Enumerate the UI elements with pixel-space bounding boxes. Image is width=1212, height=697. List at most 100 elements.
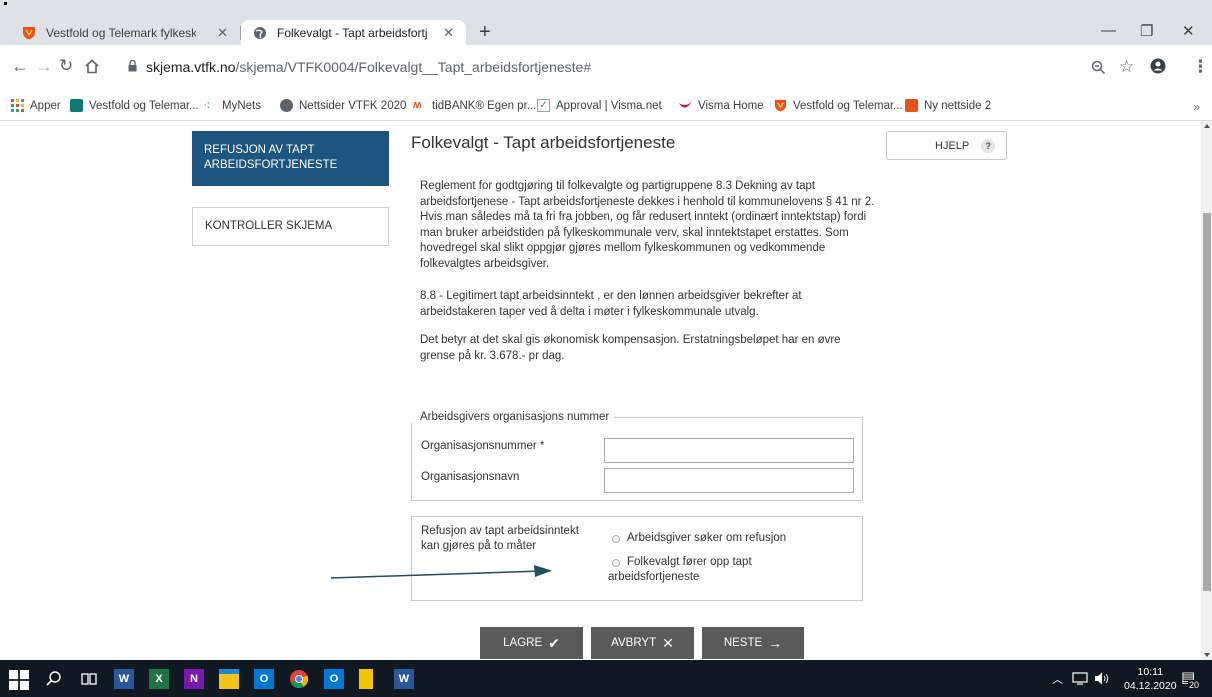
save-label: LAGRE [503,637,543,649]
tab-vestfold[interactable]: Vestfold og Telemark fylkeskomm ✕ [8,20,240,45]
step-refusjon[interactable]: REFUSJON AV TAPT ARBEIDSFORTJENESTE [192,131,389,186]
close-tab-icon[interactable]: ✕ [443,25,454,41]
bookmark-nettsider[interactable]: Nettsider VTFK 2020 [280,99,406,112]
network-icon[interactable] [1072,672,1088,685]
bookmark-mynets[interactable]: ⁖ MyNets [203,99,261,112]
bookmark-label: Nettsider VTFK 2020 [299,99,407,112]
profile-icon[interactable] [1150,58,1166,74]
lock-icon[interactable] [128,60,137,72]
globe-icon [254,26,266,39]
restore-icon[interactable]: ❐ [1140,22,1153,40]
help-label: HJELP [935,139,970,152]
chrome-icon[interactable] [289,669,309,689]
rule-paragraph: 8.8 - Legitimert tapt arbeidsinntekt , e… [420,290,802,318]
outlook-icon[interactable]: O [254,669,274,689]
dot-mark [4,2,7,5]
outlook-mail-icon[interactable]: O [324,669,344,689]
url-domain: skjema.vtfk.no [146,59,236,75]
bookmark-label: Approval | Visma.net [556,99,662,112]
clock-date: 04.12.2020 [1124,680,1177,692]
cancel-button[interactable]: AVBRYT ✕ [591,627,694,659]
onenote-icon[interactable]: N [184,669,204,689]
checkmark-icon: ✔ [548,634,560,651]
task-view-icon[interactable] [79,669,99,689]
windows-taskbar: W X N O O W ︿ 10:11 04.12.2020 ▤ 20 [0,660,1212,697]
url-path: /skjema/VTFK0004/Folkevalgt__Tapt_arbeid… [235,59,592,75]
menu-icon[interactable]: ⋮ [1192,57,1209,77]
zoom-icon[interactable] [1091,60,1106,75]
excel-icon[interactable]: X [149,669,169,689]
org-name-input[interactable] [604,468,854,493]
clock-time: 10:11 [1137,666,1164,678]
intro-paragraph: Reglement for godtgjøring til folkevalgt… [420,180,875,270]
bookmark-sharepoint[interactable]: Vestfold og Telemar... [70,99,199,112]
bookmark-label: Apper [30,99,61,112]
vtfk-shield-icon [23,26,35,39]
vtfk-icon [905,99,918,112]
mynets-icon: ⁖ [203,98,211,113]
reload-icon[interactable]: ↻ [59,57,73,75]
org-number-input[interactable] [604,438,854,463]
volume-icon[interactable] [1094,671,1110,686]
bookmark-ny-nettside[interactable]: Ny nettside 2 [905,99,991,112]
more-bookmarks-icon[interactable]: » [1193,100,1200,114]
next-button[interactable]: NESTE → [702,627,804,659]
chevron-up-icon[interactable]: ︿ [1052,671,1063,687]
org-number-label: Organisasjonsnummer * [421,440,545,452]
system-clock[interactable]: 10:11 04.12.2020 [1124,665,1177,693]
home-icon[interactable] [84,59,100,74]
save-button[interactable]: LAGRE ✔ [480,627,583,659]
back-icon[interactable]: ← [11,57,29,75]
checkmark-icon: ✓ [537,99,550,112]
politician-refund-label[interactable]: Folkevalgt fører opp tapt arbeidsfortjen… [608,555,798,585]
bookmark-visma[interactable]: Visma Home [679,99,764,112]
new-tab-icon[interactable]: + [479,22,491,42]
scroll-up-icon[interactable] [1204,124,1210,128]
star-icon[interactable]: ☆ [1119,57,1134,77]
forward-icon[interactable]: → [35,57,53,75]
address-bar[interactable]: skjema.vtfk.no/skjema/VTFK0004/Folkevalg… [146,59,591,75]
question-icon: ? [981,138,996,153]
arrow-right-icon: → [768,635,783,651]
bookmark-label: Visma Home [698,99,764,112]
bookmark-label: Ny nettside 2 [924,99,992,112]
tab-strip: Vestfold og Telemark fylkeskomm ✕ Folkev… [0,0,1212,45]
bookmark-label: tidBANK® Egen pr... [432,99,537,112]
tab-title: Vestfold og Telemark fylkeskomm [46,25,196,40]
scroll-down-icon[interactable] [1204,653,1210,657]
tidbank-icon: ʍ [413,99,422,111]
minimize-icon[interactable]: — [1101,22,1116,39]
bookmark-approval[interactable]: ✓ Approval | Visma.net [537,99,662,112]
vtfk-shield-icon [774,99,787,112]
visma-icon [679,101,692,108]
bookmark-apps[interactable]: Apper [11,99,61,112]
bookmark-vestfold-2[interactable]: Vestfold og Telemar... [774,99,903,112]
employer-refund-label[interactable]: Arbeidsgiver søker om refusjon [627,531,786,546]
globe-icon [280,99,293,112]
bookmark-tidbank[interactable]: ʍ tidBANK® Egen pr... [413,99,536,112]
next-label: NESTE [723,637,763,649]
apps-grid-icon [11,99,24,112]
bookmark-label: Vestfold og Telemar... [793,99,903,112]
close-tab-icon[interactable]: ✕ [217,25,228,41]
employer-refund-radio[interactable] [612,535,620,543]
close-window-icon[interactable]: ✕ [1182,22,1195,40]
windows-start-icon[interactable] [9,670,29,690]
refund-question: Refusjon av tapt arbeidsinntekt kan gjør… [421,525,579,552]
help-button[interactable]: HJELP ? [886,131,1007,160]
file-explorer-icon[interactable] [219,669,239,689]
tab-folkevalgt[interactable]: Folkevalgt - Tapt arbeidsfortjenes ✕ [241,20,466,45]
scroll-thumb[interactable] [1203,213,1211,591]
employer-legend: Arbeidsgivers organisasjons nummer [410,411,615,423]
page-title: Folkevalgt - Tapt arbeidsfortjeneste [411,133,676,152]
bookmarks-bar: Apper Vestfold og Telemar... ⁖ MyNets Ne… [0,95,1212,121]
word-icon[interactable]: W [114,669,134,689]
tab-title: Folkevalgt - Tapt arbeidsfortjenes [277,25,427,40]
word-icon[interactable]: W [394,669,414,689]
sticky-notes-icon[interactable] [359,669,373,689]
page-scrollbar[interactable] [1201,121,1212,660]
cancel-label: AVBRYT [611,637,657,649]
search-icon[interactable] [44,669,64,689]
page-content: REFUSJON AV TAPT ARBEIDSFORTJENESTE KONT… [0,121,1201,660]
step-kontroller[interactable]: KONTROLLER SKJEMA [192,207,389,246]
